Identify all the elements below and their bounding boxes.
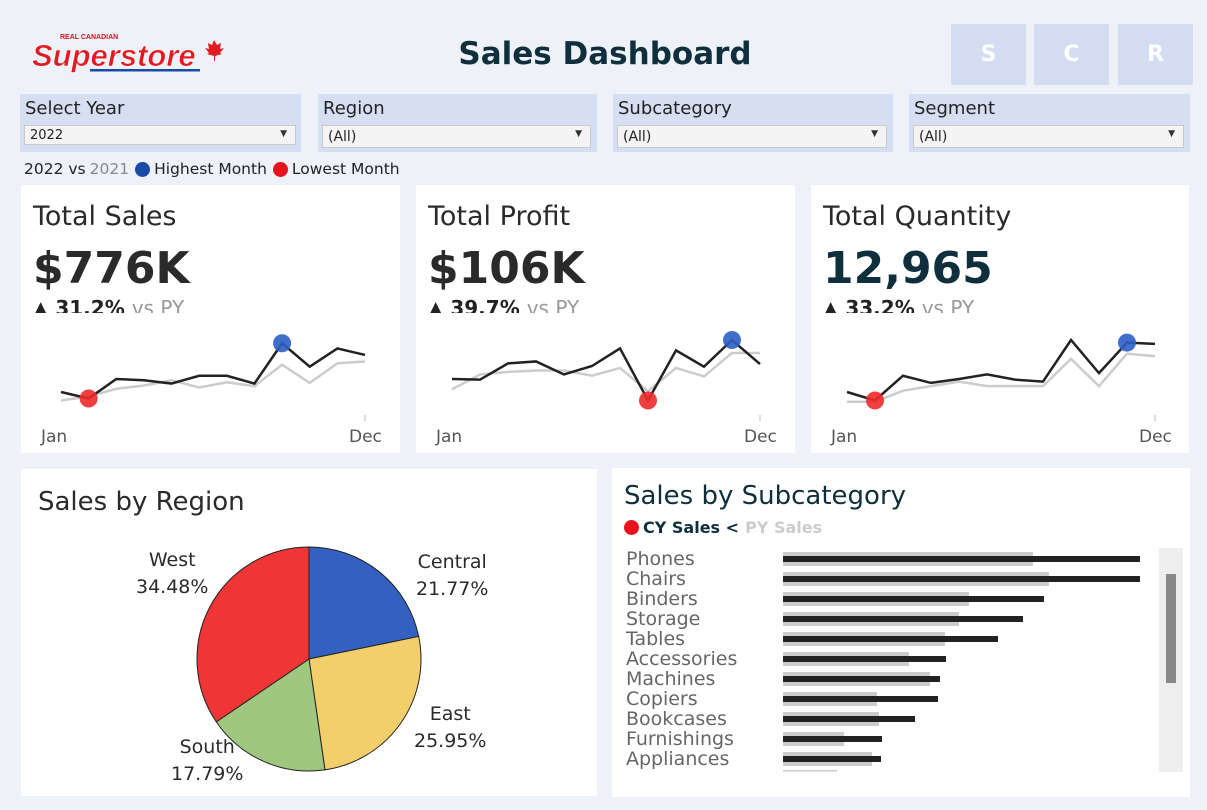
month-end-label: Dec bbox=[1139, 427, 1172, 447]
pie-label-name: East bbox=[429, 703, 471, 725]
chevron-down-icon: ▼ bbox=[1168, 129, 1175, 139]
page-title: Sales Dashboard bbox=[458, 36, 752, 72]
logo-main-text: Superstore bbox=[32, 38, 196, 73]
pie-slice-east[interactable] bbox=[308, 635, 422, 771]
region-pie-chart bbox=[196, 546, 422, 772]
kpi-card-quantity: Total Quantity 12,965 ▲ 33.2% vs PY Jan … bbox=[811, 185, 1189, 453]
pie-label-name: South bbox=[179, 736, 235, 758]
year-select-value: 2022 bbox=[30, 128, 64, 143]
partial-bar bbox=[783, 770, 837, 772]
current-year-line bbox=[846, 337, 1156, 402]
month-start-label: Jan bbox=[831, 427, 858, 447]
filter-region-label: Region bbox=[323, 98, 385, 119]
cy-sales-bar bbox=[783, 596, 1044, 602]
highest-month-marker bbox=[1118, 333, 1136, 352]
cy-sales-bar bbox=[783, 556, 1140, 562]
pie-label-name: Central bbox=[417, 551, 487, 573]
highest-month-marker bbox=[723, 331, 741, 349]
profit-sparkline bbox=[451, 331, 761, 421]
highest-month-marker bbox=[273, 334, 292, 353]
month-start-label: Jan bbox=[436, 427, 463, 447]
cy-sales-bar bbox=[783, 656, 946, 662]
pie-label-pct: 21.77% bbox=[416, 578, 489, 600]
legend-current-year: 2022 vs bbox=[24, 160, 86, 178]
filter-segment: Segment (All) ▼ bbox=[909, 94, 1190, 152]
cy-sales-bar bbox=[783, 616, 1023, 622]
filter-year-label: Select Year bbox=[25, 98, 125, 119]
filter-region: Region (All) ▼ bbox=[318, 94, 597, 152]
filter-subcategory-label: Subcategory bbox=[618, 98, 732, 119]
highest-dot-icon bbox=[135, 161, 151, 177]
current-year-line bbox=[451, 338, 761, 404]
chevron-down-icon: ▼ bbox=[871, 129, 878, 139]
month-start-label: Jan bbox=[41, 427, 68, 447]
logo-underline bbox=[90, 69, 200, 72]
nav-button-c[interactable]: C bbox=[1034, 24, 1109, 85]
previous-year-line bbox=[60, 360, 366, 402]
chevron-down-icon: ▼ bbox=[575, 129, 582, 139]
pie-label-name: West bbox=[148, 549, 196, 571]
cy-sales-bar bbox=[783, 716, 915, 722]
pie-label-central: Central 21.77% bbox=[416, 549, 488, 603]
month-end-label: Dec bbox=[349, 427, 382, 447]
lowest-dot-icon bbox=[272, 161, 288, 177]
cy-sales-bar bbox=[783, 676, 940, 682]
pie-label-pct: 17.79% bbox=[171, 763, 244, 785]
cy-sales-bar bbox=[783, 576, 1140, 582]
legend-lowest: Lowest Month bbox=[291, 160, 400, 178]
segment-select[interactable]: (All) ▼ bbox=[913, 125, 1184, 148]
filter-year: Select Year 2022 ▼ bbox=[20, 94, 301, 152]
pie-label-west: West 34.48% bbox=[136, 547, 208, 601]
nav-button-s[interactable]: S bbox=[951, 24, 1026, 85]
pie-label-pct: 34.48% bbox=[136, 576, 209, 598]
maple-leaf-icon bbox=[205, 40, 224, 61]
sales-sparkline bbox=[60, 334, 366, 421]
subcategory-panel: Sales by Subcategory CY Sales < PY Sales… bbox=[612, 468, 1190, 797]
lowest-month-marker bbox=[639, 391, 657, 410]
superstore-logo: REAL CANADIAN Superstore bbox=[30, 30, 230, 78]
pie-label-east: East 25.95% bbox=[414, 701, 486, 755]
region-select-value: (All) bbox=[328, 129, 357, 145]
kpi-legend: 2022 vs 2021 Highest Month Lowest Month bbox=[24, 160, 400, 178]
legend-highest: Highest Month bbox=[154, 160, 267, 178]
cy-sales-bar bbox=[783, 696, 938, 702]
month-end-label: Dec bbox=[744, 427, 777, 447]
subcategory-select[interactable]: (All) ▼ bbox=[617, 125, 887, 148]
cy-sales-bar bbox=[783, 736, 882, 742]
year-select[interactable]: 2022 ▼ bbox=[24, 125, 296, 145]
quantity-sparkline bbox=[846, 333, 1156, 421]
subcategory-select-value: (All) bbox=[623, 129, 652, 145]
cy-sales-bar bbox=[783, 756, 881, 762]
lowest-month-marker bbox=[866, 391, 884, 410]
scrollbar-thumb[interactable] bbox=[1166, 574, 1176, 683]
nav-button-r[interactable]: R bbox=[1118, 24, 1193, 85]
pie-label-south: South 17.79% bbox=[171, 734, 243, 788]
kpi-card-profit: Total Profit $106K ▲ 39.7% vs PY Jan Dec bbox=[416, 185, 795, 453]
filter-subcategory: Subcategory (All) ▼ bbox=[613, 94, 893, 152]
subcategory-bar-chart bbox=[783, 552, 1140, 772]
lowest-month-marker bbox=[79, 389, 98, 408]
region-panel: Sales by Region West 34.48% Central 21.7… bbox=[21, 469, 597, 796]
legend-previous-year: 2021 bbox=[89, 160, 130, 178]
region-select[interactable]: (All) ▼ bbox=[322, 125, 591, 148]
segment-select-value: (All) bbox=[919, 129, 948, 145]
cy-sales-bar bbox=[783, 636, 998, 642]
kpi-card-sales: Total Sales $776K ▲ 31.2% vs PY Jan Dec bbox=[21, 185, 400, 453]
chevron-down-icon: ▼ bbox=[280, 129, 287, 139]
pie-label-pct: 25.95% bbox=[414, 730, 487, 752]
filter-segment-label: Segment bbox=[914, 98, 995, 119]
